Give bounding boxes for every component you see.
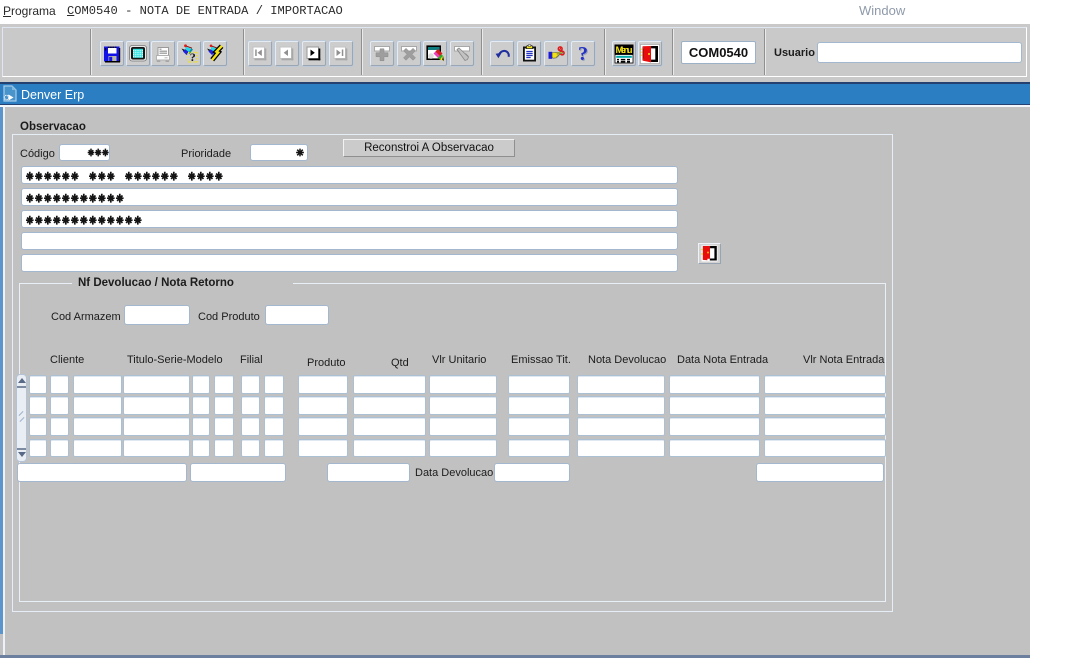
svg-text:?: ? (189, 50, 195, 63)
svg-text:?: ? (578, 44, 588, 64)
